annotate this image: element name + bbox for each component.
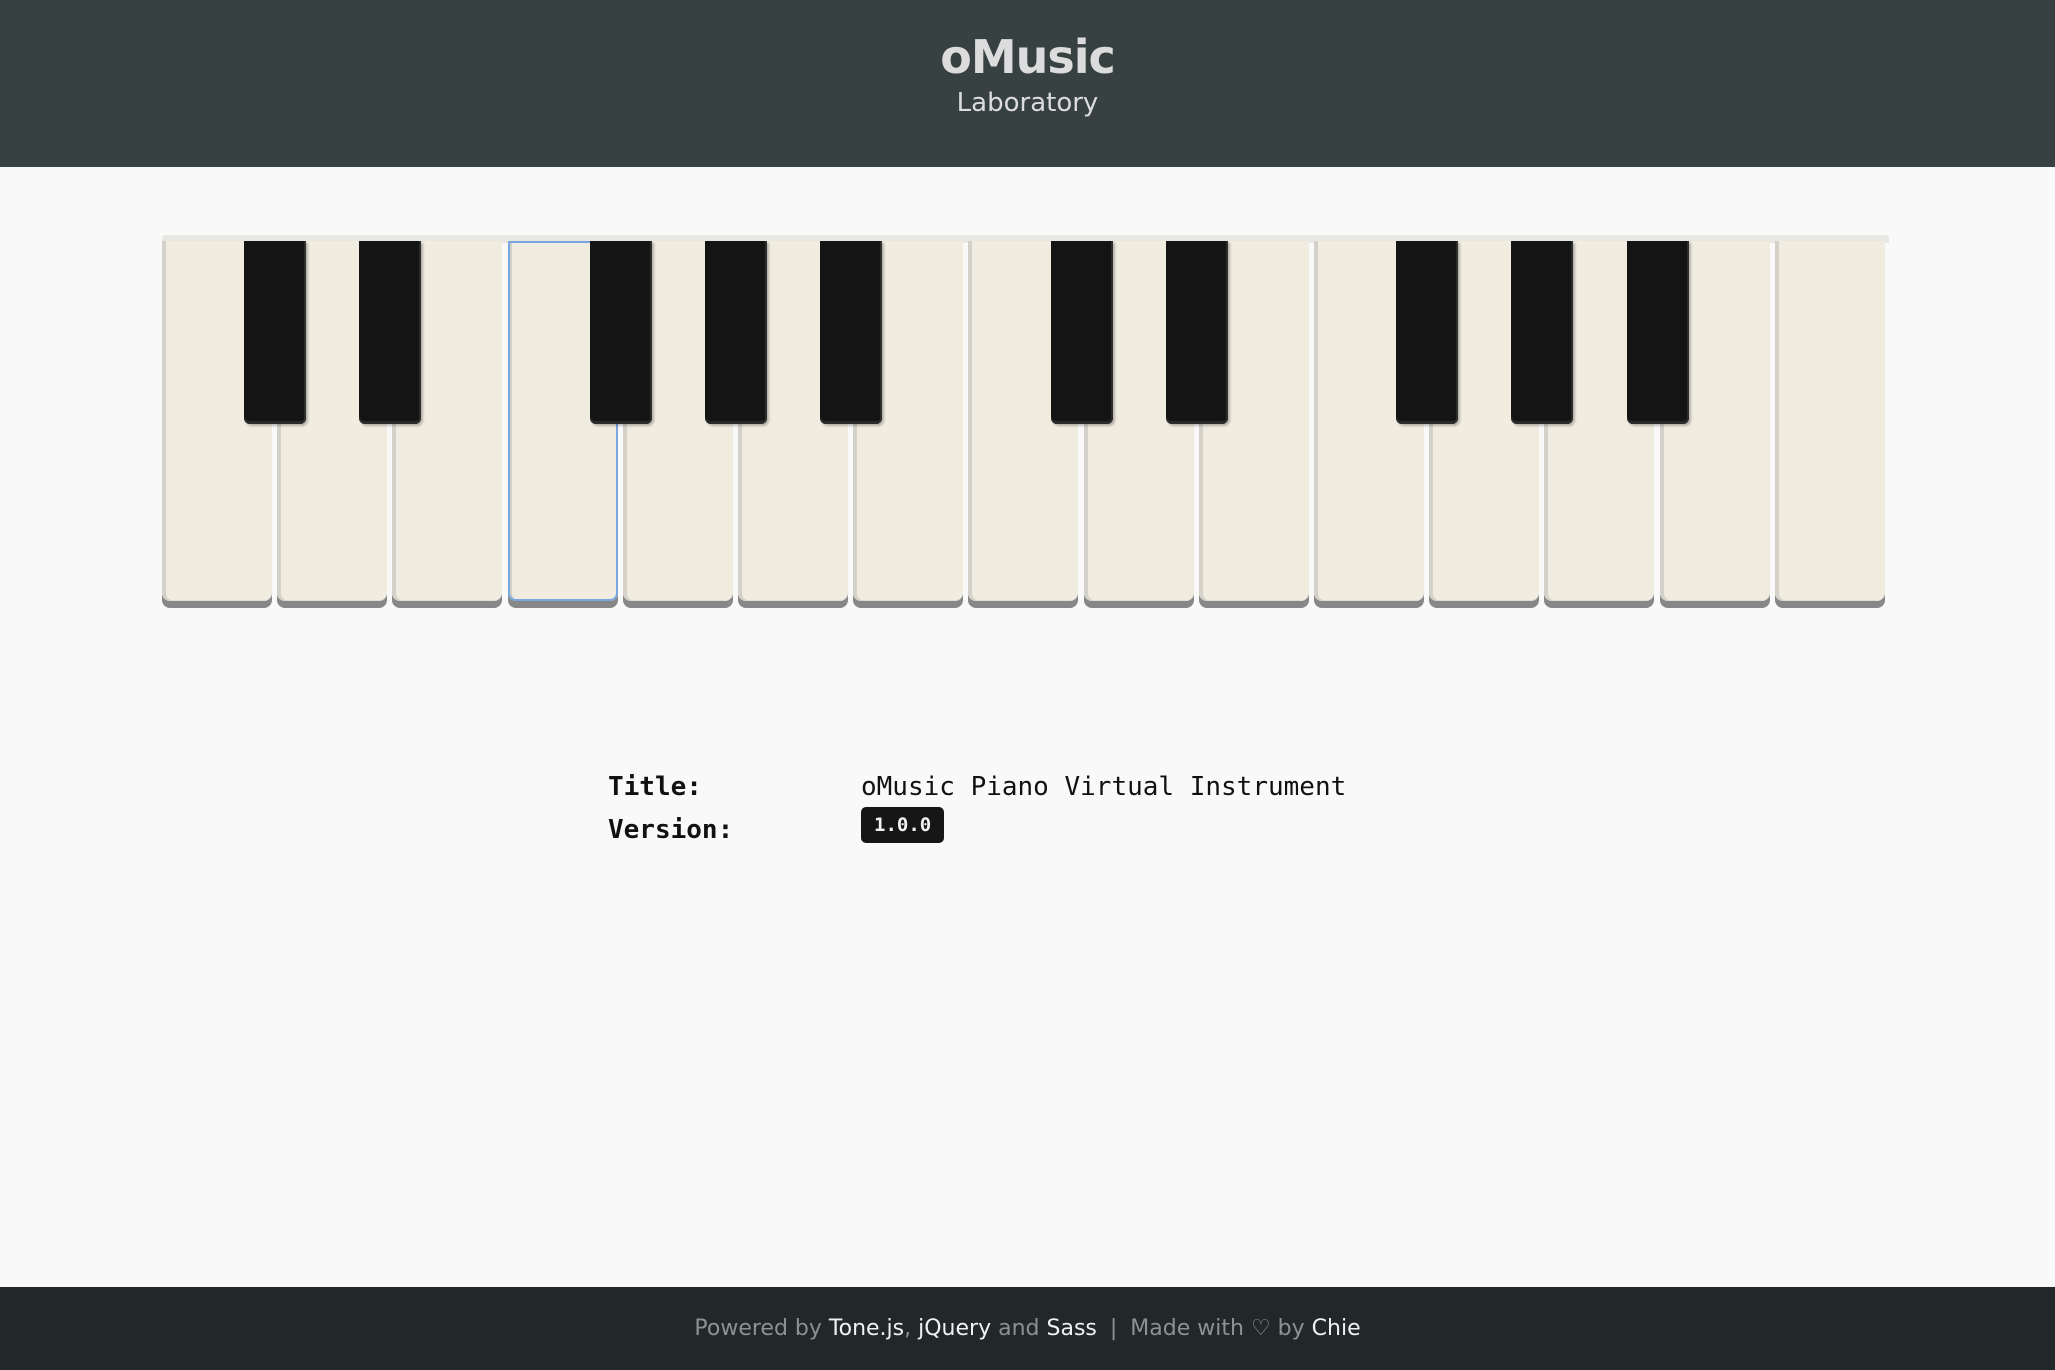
version-badge: 1.0.0 (861, 807, 945, 843)
piano-black-key[interactable] (590, 241, 652, 424)
and-text: and (998, 1316, 1040, 1341)
heart-icon: ♡ (1250, 1316, 1271, 1341)
piano-black-key[interactable] (820, 241, 882, 424)
piano-black-key[interactable] (1627, 241, 1689, 424)
piano-black-key[interactable] (1511, 241, 1573, 424)
piano-black-key[interactable] (1051, 241, 1113, 424)
title-label: Title: (608, 772, 702, 802)
piano-black-key[interactable] (1166, 241, 1228, 424)
comma-text: , (904, 1316, 912, 1341)
jquery-link[interactable]: jQuery (918, 1316, 991, 1341)
piano-black-key[interactable] (1396, 241, 1458, 424)
title-value: oMusic Piano Virtual Instrument (861, 772, 1347, 802)
site-logo[interactable]: oMusic (0, 30, 2055, 84)
piano-keyboard (162, 235, 1890, 613)
site-subtitle: Laboratory (956, 88, 1099, 118)
by-text: by (1277, 1316, 1305, 1341)
footer-separator: | (1109, 1316, 1118, 1341)
piano-black-key[interactable] (705, 241, 767, 424)
version-label: Version: (608, 815, 734, 845)
sass-link[interactable]: Sass (1047, 1316, 1097, 1341)
site-footer: Powered by Tone.js, jQuery and Sass | Ma… (0, 1287, 2055, 1370)
author-link[interactable]: Chie (1312, 1316, 1361, 1341)
made-with-text: Made with (1130, 1316, 1244, 1341)
tonejs-link[interactable]: Tone.js (829, 1316, 904, 1341)
piano-black-key[interactable] (359, 241, 421, 424)
piano-black-key[interactable] (244, 241, 306, 424)
piano-white-key[interactable] (1775, 241, 1885, 601)
powered-by-text: Powered by (694, 1316, 822, 1341)
site-header: oMusic Laboratory (0, 0, 2055, 167)
